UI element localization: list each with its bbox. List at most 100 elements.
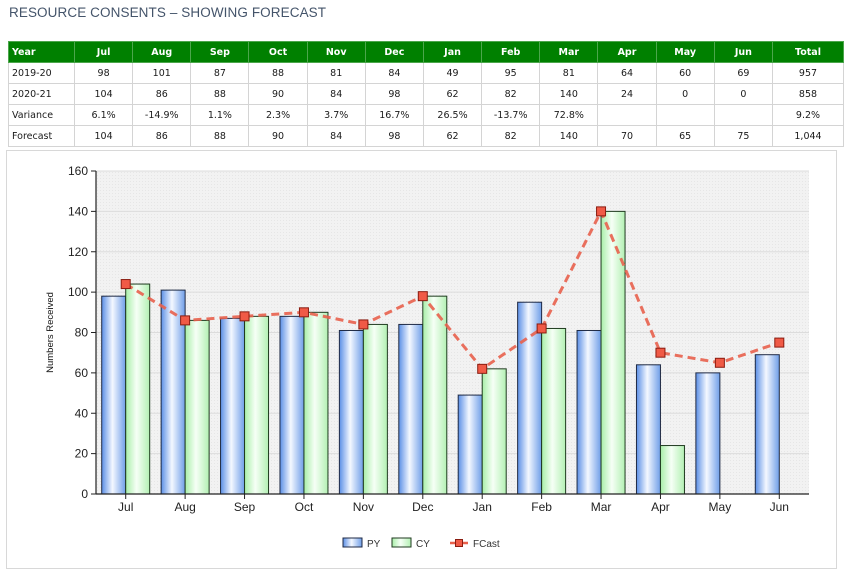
x-tick-label: Sep bbox=[234, 500, 256, 514]
bar-py bbox=[279, 315, 305, 495]
y-tick-label: 80 bbox=[75, 326, 89, 340]
y-tick-label: 140 bbox=[68, 204, 88, 218]
table-cell: 104 bbox=[73, 83, 134, 105]
col-header: May bbox=[655, 41, 715, 63]
table-cell: 64 bbox=[597, 62, 657, 84]
table-cell bbox=[655, 104, 715, 126]
x-tick-label: Jan bbox=[473, 500, 492, 514]
table-cell: 140 bbox=[539, 83, 599, 105]
table-row: Forecast 104 86 88 90 84 98 62 82 140 70 65 75 1,044 bbox=[8, 125, 844, 147]
col-header: Apr bbox=[597, 41, 657, 63]
table-row: 2020-21 104 86 88 90 84 98 62 82 140 24 0 0 858 bbox=[8, 83, 844, 105]
col-header: Total bbox=[772, 41, 844, 63]
row-label: Forecast bbox=[8, 125, 75, 147]
bar-cy bbox=[184, 319, 210, 495]
chart-container: 0 20 40 60 80 100 120 140 160 Jul Aug Sep Oct Nov Dec J… bbox=[6, 150, 837, 569]
col-header: Jan bbox=[422, 41, 483, 63]
table-cell: 95 bbox=[481, 62, 541, 84]
col-header: Year bbox=[8, 41, 75, 63]
bar-cy bbox=[600, 210, 626, 495]
row-label: 2020-21 bbox=[8, 83, 75, 105]
table-row: 2019-20 98 101 87 88 81 84 49 95 81 64 60 69 957 bbox=[8, 62, 844, 84]
table-cell: 2.3% bbox=[248, 104, 308, 126]
table-cell bbox=[597, 104, 657, 126]
fcast-marker bbox=[477, 363, 488, 374]
fcast-marker bbox=[298, 307, 309, 318]
bar-py bbox=[220, 317, 246, 495]
legend-marker-fcast bbox=[455, 539, 463, 547]
table-cell: 90 bbox=[248, 125, 308, 147]
bar-py bbox=[398, 323, 424, 495]
table-cell: 87 bbox=[190, 62, 250, 84]
bar-cy bbox=[125, 283, 151, 495]
table-cell: 104 bbox=[73, 125, 134, 147]
y-tick-label: 60 bbox=[75, 366, 89, 380]
x-tick-label: Aug bbox=[174, 500, 195, 514]
table-cell: 82 bbox=[481, 125, 541, 147]
bar-line-chart: 0 20 40 60 80 100 120 140 160 Jul Aug Sep Oct Nov Dec J… bbox=[45, 164, 809, 550]
fcast-marker bbox=[180, 315, 191, 326]
table-cell: 90 bbox=[248, 83, 308, 105]
table-cell: 70 bbox=[597, 125, 657, 147]
table-cell: 98 bbox=[364, 83, 424, 105]
table-cell: 82 bbox=[481, 83, 541, 105]
fcast-marker bbox=[596, 206, 607, 217]
col-header: Jul bbox=[73, 41, 134, 63]
x-tick-label: May bbox=[709, 500, 732, 514]
x-tick-label: Jul bbox=[118, 500, 133, 514]
legend-swatch-py bbox=[342, 537, 363, 548]
y-tick-label: 160 bbox=[68, 164, 88, 178]
table-cell: 101 bbox=[132, 62, 192, 84]
col-header: Mar bbox=[539, 41, 599, 63]
table-cell: 0 bbox=[713, 83, 774, 105]
row-label: Variance bbox=[8, 104, 75, 126]
bar-cy bbox=[481, 368, 507, 495]
table-cell: 1.1% bbox=[190, 104, 250, 126]
table-cell: 86 bbox=[132, 83, 192, 105]
table-cell: 957 bbox=[772, 62, 844, 84]
row-label: 2019-20 bbox=[8, 62, 75, 84]
table-cell: 1,044 bbox=[772, 125, 844, 147]
fcast-marker bbox=[239, 311, 250, 322]
x-tick-label: Feb bbox=[531, 500, 552, 514]
bar-py bbox=[338, 329, 364, 495]
bar-py bbox=[754, 354, 780, 495]
legend: PY CY FCast bbox=[342, 537, 500, 550]
table-cell: 88 bbox=[248, 62, 308, 84]
fcast-marker bbox=[655, 347, 666, 358]
table-cell: 858 bbox=[772, 83, 844, 105]
y-axis-title: Numbers Received bbox=[45, 292, 56, 373]
x-tick-label: Dec bbox=[412, 500, 433, 514]
table-cell: 69 bbox=[713, 62, 774, 84]
col-header: Jun bbox=[713, 41, 774, 63]
x-tick-label: Mar bbox=[591, 500, 612, 514]
bar-cy bbox=[303, 311, 329, 495]
table-cell: 49 bbox=[422, 62, 483, 84]
table-cell: -13.7% bbox=[481, 104, 541, 126]
x-tick-label: Oct bbox=[295, 500, 314, 514]
table-cell: 72.8% bbox=[539, 104, 599, 126]
table-cell bbox=[713, 104, 774, 126]
bar-py bbox=[635, 364, 661, 495]
y-tick-label: 40 bbox=[75, 406, 89, 420]
table-header-row: Year Jul Aug Sep Oct Nov Dec Jan Feb Mar… bbox=[8, 41, 844, 63]
y-tick-label: 20 bbox=[75, 447, 89, 461]
table-cell: 6.1% bbox=[73, 104, 134, 126]
x-tick-label: Nov bbox=[353, 500, 374, 514]
table-cell: 84 bbox=[364, 62, 424, 84]
legend-swatch-cy bbox=[391, 537, 412, 548]
bar-cy bbox=[362, 323, 388, 495]
fcast-marker bbox=[417, 291, 428, 302]
table-cell: 84 bbox=[306, 83, 366, 105]
table-cell: 75 bbox=[713, 125, 774, 147]
x-tick-label: Jun bbox=[770, 500, 789, 514]
table-row: Variance 6.1% -14.9% 1.1% 2.3% 3.7% 16.7% 26.5%… bbox=[8, 104, 844, 126]
table-cell: 62 bbox=[422, 83, 483, 105]
table-cell: 0 bbox=[655, 83, 715, 105]
x-tick-label: Apr bbox=[651, 500, 670, 514]
legend-label-cy: CY bbox=[416, 539, 430, 550]
table-cell: 81 bbox=[306, 62, 366, 84]
bar-py bbox=[576, 329, 602, 495]
page-title: RESOURCE CONSENTS – SHOWING FORECAST bbox=[9, 5, 327, 20]
table-cell: 9.2% bbox=[772, 104, 844, 126]
